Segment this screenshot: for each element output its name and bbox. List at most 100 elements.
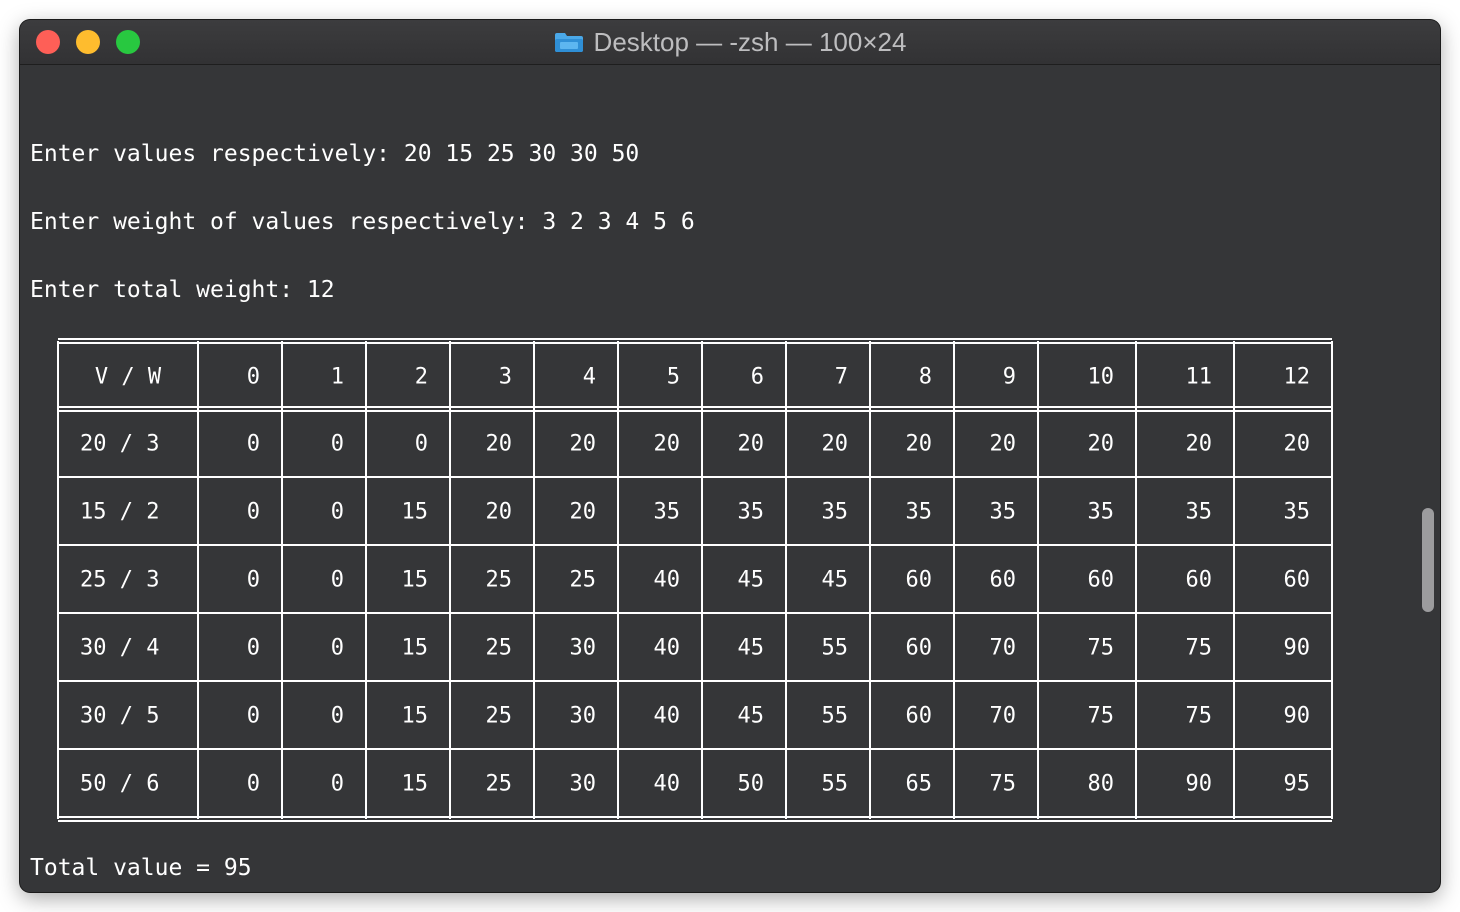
table-row-label: 20 / 3 bbox=[80, 432, 159, 457]
table-cell: 0 bbox=[247, 432, 260, 457]
table-cell: 55 bbox=[822, 704, 849, 729]
table-cell: 0 bbox=[331, 500, 344, 525]
table-cell: 20 bbox=[486, 432, 513, 457]
table-cell: 0 bbox=[331, 432, 344, 457]
table-cell: 60 bbox=[1284, 568, 1311, 593]
table-cell: 20 bbox=[570, 432, 597, 457]
table-cell: 15 bbox=[402, 636, 429, 661]
table-cell: 30 bbox=[570, 636, 597, 661]
table-cell: 75 bbox=[990, 772, 1017, 797]
terminal-window: Desktop — -zsh — 100×24 Enter values res… bbox=[20, 20, 1440, 892]
table-header-cell: 6 bbox=[751, 365, 764, 390]
table-cell: 0 bbox=[415, 432, 428, 457]
table-cell: 40 bbox=[654, 704, 681, 729]
table-cell: 0 bbox=[331, 636, 344, 661]
table-cell: 55 bbox=[822, 636, 849, 661]
table-row-label: 15 / 2 bbox=[80, 500, 159, 525]
table-header-cell: 11 bbox=[1186, 365, 1213, 390]
table-cell: 0 bbox=[247, 500, 260, 525]
table-cell: 35 bbox=[1186, 500, 1213, 525]
table-cell: 20 bbox=[654, 432, 681, 457]
table-cell: 60 bbox=[906, 568, 933, 593]
table-cell: 75 bbox=[1186, 704, 1213, 729]
table-cell: 60 bbox=[906, 704, 933, 729]
table-cell: 90 bbox=[1186, 772, 1213, 797]
table-cell: 40 bbox=[654, 772, 681, 797]
table-cell: 45 bbox=[738, 704, 765, 729]
table-cell: 0 bbox=[247, 772, 260, 797]
table-cell: 25 bbox=[486, 568, 513, 593]
table-cell: 35 bbox=[990, 500, 1017, 525]
table-cell: 15 bbox=[402, 568, 429, 593]
window-title-group: Desktop — -zsh — 100×24 bbox=[20, 20, 1440, 64]
table-cell: 0 bbox=[331, 772, 344, 797]
table-cell: 60 bbox=[906, 636, 933, 661]
table-cell: 60 bbox=[1186, 568, 1213, 593]
table-row-label: 30 / 4 bbox=[80, 636, 159, 661]
table-header-cell: 10 bbox=[1088, 365, 1115, 390]
table-header-cell: 0 bbox=[247, 365, 260, 390]
table-cell: 20 bbox=[1186, 432, 1213, 457]
table-cell: 35 bbox=[654, 500, 681, 525]
table-cell: 50 bbox=[738, 772, 765, 797]
title-bar[interactable]: Desktop — -zsh — 100×24 bbox=[20, 20, 1440, 65]
table-cell: 20 bbox=[990, 432, 1017, 457]
table-cell: 15 bbox=[402, 772, 429, 797]
table-cell: 35 bbox=[822, 500, 849, 525]
table-row-label: 50 / 6 bbox=[80, 772, 159, 797]
table-cell: 55 bbox=[822, 772, 849, 797]
dp-table: V / W 0 1 2 3 4 5 6 7 8 9 10 11 1220 / 3 0 0 0 20 20 20 20 20… bbox=[57, 338, 1333, 822]
table-header-cell: 9 bbox=[1003, 365, 1016, 390]
table-row-label: 25 / 3 bbox=[80, 568, 159, 593]
terminal-output[interactable]: Enter values respectively: 20 15 25 30 3… bbox=[30, 65, 1410, 891]
table-cell: 20 bbox=[822, 432, 849, 457]
table-cell: 25 bbox=[486, 636, 513, 661]
table-cell: 15 bbox=[402, 500, 429, 525]
table-cell: 0 bbox=[247, 568, 260, 593]
vertical-scrollbar[interactable] bbox=[1422, 508, 1434, 612]
table-row-label: 30 / 5 bbox=[80, 704, 159, 729]
table-header-cell: V / W bbox=[95, 365, 162, 390]
table-cell: 35 bbox=[906, 500, 933, 525]
table-header-cell: 4 bbox=[583, 365, 596, 390]
table-cell: 80 bbox=[1088, 772, 1115, 797]
table-cell: 30 bbox=[570, 772, 597, 797]
table-cell: 20 bbox=[570, 500, 597, 525]
total-value-line: Total value = 95 bbox=[30, 855, 252, 881]
table-cell: 70 bbox=[990, 636, 1017, 661]
table-header-cell: 8 bbox=[919, 365, 932, 390]
table-cell: 20 bbox=[1284, 432, 1311, 457]
table-cell: 90 bbox=[1284, 704, 1311, 729]
table-cell: 30 bbox=[570, 704, 597, 729]
table-cell: 60 bbox=[990, 568, 1017, 593]
table-cell: 45 bbox=[738, 636, 765, 661]
table-cell: 15 bbox=[402, 704, 429, 729]
table-cell: 65 bbox=[906, 772, 933, 797]
table-cell: 35 bbox=[1284, 500, 1311, 525]
table-cell: 75 bbox=[1088, 636, 1115, 661]
table-header-cell: 5 bbox=[667, 365, 680, 390]
table-cell: 0 bbox=[247, 704, 260, 729]
table-cell: 20 bbox=[486, 500, 513, 525]
table-cell: 20 bbox=[738, 432, 765, 457]
table-cell: 90 bbox=[1284, 636, 1311, 661]
table-cell: 0 bbox=[331, 704, 344, 729]
table-header-cell: 1 bbox=[331, 365, 344, 390]
table-cell: 35 bbox=[1088, 500, 1115, 525]
table-cell: 40 bbox=[654, 568, 681, 593]
table-cell: 20 bbox=[1088, 432, 1115, 457]
table-cell: 45 bbox=[738, 568, 765, 593]
table-cell: 40 bbox=[654, 636, 681, 661]
table-cell: 0 bbox=[331, 568, 344, 593]
table-cell: 20 bbox=[906, 432, 933, 457]
table-header-cell: 2 bbox=[415, 365, 428, 390]
table-header-cell: 7 bbox=[835, 365, 848, 390]
table-cell: 75 bbox=[1186, 636, 1213, 661]
table-cell: 75 bbox=[1088, 704, 1115, 729]
table-header-cell: 3 bbox=[499, 365, 512, 390]
table-header-cell: 12 bbox=[1284, 365, 1311, 390]
table-cell: 35 bbox=[738, 500, 765, 525]
table-cell: 45 bbox=[822, 568, 849, 593]
table-cell: 70 bbox=[990, 704, 1017, 729]
window-title: Desktop — -zsh — 100×24 bbox=[593, 26, 907, 57]
